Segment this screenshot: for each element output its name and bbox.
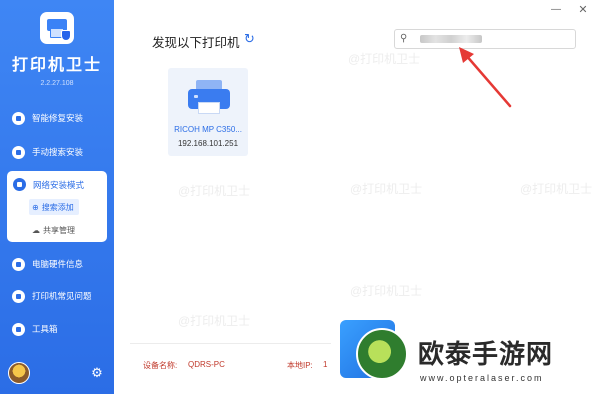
local-ip-value: 1 xyxy=(323,360,328,369)
promo-logo-icon xyxy=(356,328,408,380)
annotation-arrow-icon xyxy=(459,47,512,108)
watermark: @打印机卫士 xyxy=(350,284,423,298)
sidebar-item-label: 电脑硬件信息 xyxy=(32,259,84,269)
device-name-value: QDRS-PC xyxy=(188,360,225,369)
sidebar-item-label: 打印机常见问题 xyxy=(32,291,92,301)
sidebar-item-label: 网络安装模式 xyxy=(33,179,85,190)
search-icon: ⚲ xyxy=(400,33,408,44)
promo-text: 欧泰手游网 xyxy=(418,339,554,369)
printer-ip: 192.168.101.251 xyxy=(177,139,239,148)
app-version: 2.2.27.108 xyxy=(40,80,74,87)
printer-icon xyxy=(188,80,230,114)
sidebar-item-label: 智能修复安装 xyxy=(32,113,84,123)
local-ip-label: 本地IP: xyxy=(287,361,313,370)
watermark: @打印机卫士 xyxy=(178,314,251,328)
help-icon xyxy=(12,289,25,303)
sidebar-item-smart-repair[interactable]: 智能修复安装 xyxy=(12,109,83,127)
sidebar-item-hardware-info[interactable]: 电脑硬件信息 xyxy=(12,255,83,273)
gear-icon[interactable]: ⚙ xyxy=(90,366,104,380)
subitem-label: 搜索添加 xyxy=(41,202,74,212)
hardware-icon xyxy=(12,257,25,271)
watermark: @打印机卫士 xyxy=(520,182,593,196)
sidebar-item-network-mode[interactable]: 网络安装模式 xyxy=(13,178,84,191)
sidebar-item-toolbox[interactable]: 工具箱 xyxy=(12,320,58,338)
promo-url: www.opteralaser.com xyxy=(420,373,544,383)
subitem-search-add[interactable]: ⊕ 搜索添加 xyxy=(29,199,79,215)
subitem-label: 共享管理 xyxy=(43,225,75,235)
network-icon xyxy=(13,178,26,191)
watermark: @打印机卫士 xyxy=(350,182,423,196)
sidebar: 打印机卫士 2.2.27.108 智能修复安装 手动搜索安装 网络安装模式 ⊕ … xyxy=(0,0,114,394)
app-title: 打印机卫士 xyxy=(11,57,102,74)
close-button[interactable]: ✕ xyxy=(577,4,589,16)
search-icon xyxy=(12,145,25,159)
avatar[interactable] xyxy=(8,362,30,384)
refresh-icon[interactable]: ↻ xyxy=(244,31,255,47)
page-title: 发现以下打印机 xyxy=(152,36,240,50)
sidebar-item-faq[interactable]: 打印机常见问题 xyxy=(12,287,92,305)
printer-card[interactable]: RICOH MP C350... 192.168.101.251 xyxy=(168,68,248,156)
device-name-label: 设备名称: xyxy=(143,361,178,370)
app-logo-icon xyxy=(40,12,74,44)
redacted-text xyxy=(420,35,482,43)
watermark: @打印机卫士 xyxy=(348,52,421,66)
printer-name: RICOH MP C350... xyxy=(174,125,242,134)
sidebar-item-label: 手动搜索安装 xyxy=(32,147,84,157)
minimize-button[interactable]: — xyxy=(550,4,562,16)
wrench-icon xyxy=(12,111,25,125)
watermark: @打印机卫士 xyxy=(178,184,251,198)
plus-circle-icon: ⊕ xyxy=(32,202,39,212)
subitem-share-manage[interactable]: ☁ 共享管理 xyxy=(29,222,80,238)
sidebar-item-label: 工具箱 xyxy=(32,324,58,334)
network-mode-panel: 网络安装模式 ⊕ 搜索添加 ☁ 共享管理 xyxy=(7,171,107,242)
cloud-icon: ☁ xyxy=(32,225,40,235)
sidebar-item-manual-search[interactable]: 手动搜索安装 xyxy=(12,143,83,161)
toolbox-icon xyxy=(12,322,25,336)
